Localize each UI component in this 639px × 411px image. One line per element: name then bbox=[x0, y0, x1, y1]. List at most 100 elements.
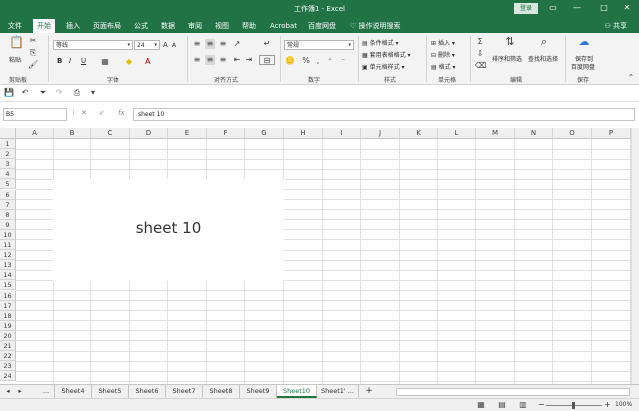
sheet-tab-sheet5[interactable]: Sheet5 bbox=[92, 385, 129, 398]
zoom-in-button[interactable]: + bbox=[604, 400, 611, 409]
row-header-19[interactable]: 19 bbox=[0, 320, 16, 331]
save-to-netdisk-line2[interactable]: 百度网盘 bbox=[571, 62, 595, 71]
row-header-20[interactable]: 20 bbox=[0, 330, 16, 341]
text-box-shape[interactable]: sheet 10 bbox=[53, 179, 284, 281]
comma-style-icon[interactable]: , bbox=[313, 56, 323, 66]
decrease-decimal-icon[interactable]: ⁻ bbox=[338, 56, 348, 66]
fill-color-icon[interactable]: ◆ bbox=[124, 57, 134, 67]
row-header-8[interactable]: 8 bbox=[0, 209, 16, 220]
align-top-icon[interactable]: ≡ bbox=[192, 39, 202, 49]
sort-filter-button[interactable]: 排序和筛选 bbox=[492, 54, 522, 63]
close-button[interactable]: ✕ bbox=[620, 2, 634, 14]
font-name-select[interactable]: 等线 ▾ bbox=[53, 40, 133, 50]
column-header-h[interactable]: H bbox=[284, 128, 323, 139]
scroll-left-icon[interactable]: ◂ bbox=[2, 385, 14, 398]
align-middle-icon[interactable]: ≡ bbox=[205, 39, 215, 49]
fill-icon[interactable]: ⇩ bbox=[475, 49, 485, 59]
restore-ribbon-icon[interactable]: ▭ bbox=[546, 2, 560, 14]
cell-styles-button[interactable]: ▣ 单元格样式 ▾ bbox=[362, 62, 405, 71]
column-header-n[interactable]: N bbox=[515, 128, 553, 139]
tab-review[interactable]: 审阅 bbox=[184, 19, 206, 33]
sheet-tab-sheet7[interactable]: Sheet7 bbox=[166, 385, 203, 398]
increase-decimal-icon[interactable]: ⁺ bbox=[325, 56, 335, 66]
zoom-slider-thumb[interactable] bbox=[572, 402, 575, 409]
sheet-tab-sheet9[interactable]: Sheet9 bbox=[240, 385, 277, 398]
collapse-ribbon-icon[interactable]: ⌃ bbox=[626, 73, 636, 83]
row-header-3[interactable]: 3 bbox=[0, 159, 16, 170]
format-cells-button[interactable]: ▤ 格式 ▾ bbox=[431, 62, 456, 71]
horizontal-scrollbar[interactable] bbox=[396, 388, 630, 396]
page-layout-view-icon[interactable]: ▤ bbox=[497, 400, 507, 410]
bold-button[interactable]: B bbox=[57, 57, 62, 65]
formula-input[interactable]: sheet 10 bbox=[133, 108, 635, 121]
italic-button[interactable]: I bbox=[69, 57, 71, 65]
tab-data[interactable]: 数据 bbox=[157, 19, 179, 33]
column-header-e[interactable]: E bbox=[168, 128, 207, 139]
column-header-i[interactable]: I bbox=[323, 128, 361, 139]
redo-icon[interactable]: ↷ bbox=[54, 88, 64, 98]
add-sheet-button[interactable]: + bbox=[362, 385, 376, 398]
underline-button[interactable]: U bbox=[81, 57, 86, 65]
tab-page-layout[interactable]: 页面布局 bbox=[89, 19, 125, 33]
undo-icon[interactable]: ↶ bbox=[20, 88, 30, 98]
row-header-18[interactable]: 18 bbox=[0, 310, 16, 321]
column-header-f[interactable]: F bbox=[207, 128, 245, 139]
format-painter-icon[interactable]: 🖌 bbox=[28, 60, 38, 70]
align-bottom-icon[interactable]: ≡ bbox=[218, 39, 228, 49]
column-header-g[interactable]: G bbox=[245, 128, 284, 139]
row-header-22[interactable]: 22 bbox=[0, 351, 16, 362]
row-header-11[interactable]: 11 bbox=[0, 240, 16, 250]
decrease-indent-icon[interactable]: ⇤ bbox=[232, 55, 242, 65]
more-sheets-left[interactable]: ... bbox=[38, 385, 55, 398]
tab-home[interactable]: 开始 bbox=[33, 19, 55, 33]
sheet-tab-more[interactable]: Sheet1' ... bbox=[317, 385, 359, 398]
customize-toolbar-icon[interactable]: ▾ bbox=[88, 88, 98, 98]
zoom-level[interactable]: 100% bbox=[615, 401, 632, 408]
number-format-select[interactable]: 常规 ▾ bbox=[284, 40, 354, 50]
tab-formulas[interactable]: 公式 bbox=[130, 19, 152, 33]
column-header-k[interactable]: K bbox=[400, 128, 438, 139]
column-header-c[interactable]: C bbox=[91, 128, 130, 139]
row-header-12[interactable]: 12 bbox=[0, 250, 16, 261]
cancel-icon[interactable]: ✕ bbox=[81, 109, 87, 117]
format-as-table-button[interactable]: ▦ 套用表格格式 ▾ bbox=[362, 50, 411, 59]
decrease-font-button[interactable]: A bbox=[172, 42, 176, 49]
row-header-7[interactable]: 7 bbox=[0, 199, 16, 210]
font-size-select[interactable]: 24 ▾ bbox=[134, 40, 160, 50]
row-header-15[interactable]: 15 bbox=[0, 280, 16, 291]
column-header-b[interactable]: B bbox=[54, 128, 91, 139]
scroll-right-icon[interactable]: ▸ bbox=[14, 385, 26, 398]
paste-icon[interactable]: 📋 bbox=[9, 36, 24, 53]
column-header-p[interactable]: P bbox=[592, 128, 631, 139]
align-right-icon[interactable]: ≡ bbox=[218, 55, 228, 65]
conditional-formatting-button[interactable]: ▤ 条件格式 ▾ bbox=[362, 38, 399, 47]
filter-icon[interactable]: ⏷ bbox=[38, 88, 48, 98]
column-header-a[interactable]: A bbox=[16, 128, 54, 139]
login-button[interactable]: 登录 bbox=[514, 3, 538, 14]
sheet-tab-sheet8[interactable]: Sheet8 bbox=[203, 385, 240, 398]
autosum-icon[interactable]: Σ bbox=[475, 37, 485, 47]
copy-icon[interactable]: ⎘ bbox=[28, 48, 38, 58]
cloud-save-icon[interactable]: ☁ bbox=[577, 36, 591, 51]
row-header-13[interactable]: 13 bbox=[0, 260, 16, 271]
sheet-tab-sheet4[interactable]: Sheet4 bbox=[55, 385, 92, 398]
find-select-button[interactable]: 查找和选择 bbox=[528, 54, 558, 63]
normal-view-icon[interactable]: ▦ bbox=[476, 400, 486, 410]
print-preview-icon[interactable]: ⎙ bbox=[72, 88, 82, 98]
orientation-icon[interactable]: ↗ bbox=[232, 39, 242, 49]
align-center-icon[interactable]: ≡ bbox=[205, 55, 215, 65]
merge-center-icon[interactable]: ⊟ bbox=[259, 55, 275, 65]
increase-font-button[interactable]: A bbox=[163, 41, 168, 49]
column-header-l[interactable]: L bbox=[438, 128, 476, 139]
zoom-out-button[interactable]: − bbox=[538, 400, 545, 409]
insert-cells-button[interactable]: ⊞ 插入 ▾ bbox=[431, 38, 455, 47]
confirm-icon[interactable]: ✓ bbox=[99, 109, 105, 117]
sort-filter-icon[interactable]: ⇅ bbox=[503, 36, 517, 51]
name-box[interactable]: B5 bbox=[3, 108, 67, 121]
tab-baidu-netdisk[interactable]: 百度网盘 bbox=[304, 19, 340, 33]
sheet-tab-sheet6[interactable]: Sheet6 bbox=[129, 385, 166, 398]
row-header-16[interactable]: 16 bbox=[0, 290, 16, 301]
align-left-icon[interactable]: ≡ bbox=[192, 55, 202, 65]
row-header-21[interactable]: 21 bbox=[0, 341, 16, 351]
row-header-1[interactable]: 1 bbox=[0, 139, 16, 149]
